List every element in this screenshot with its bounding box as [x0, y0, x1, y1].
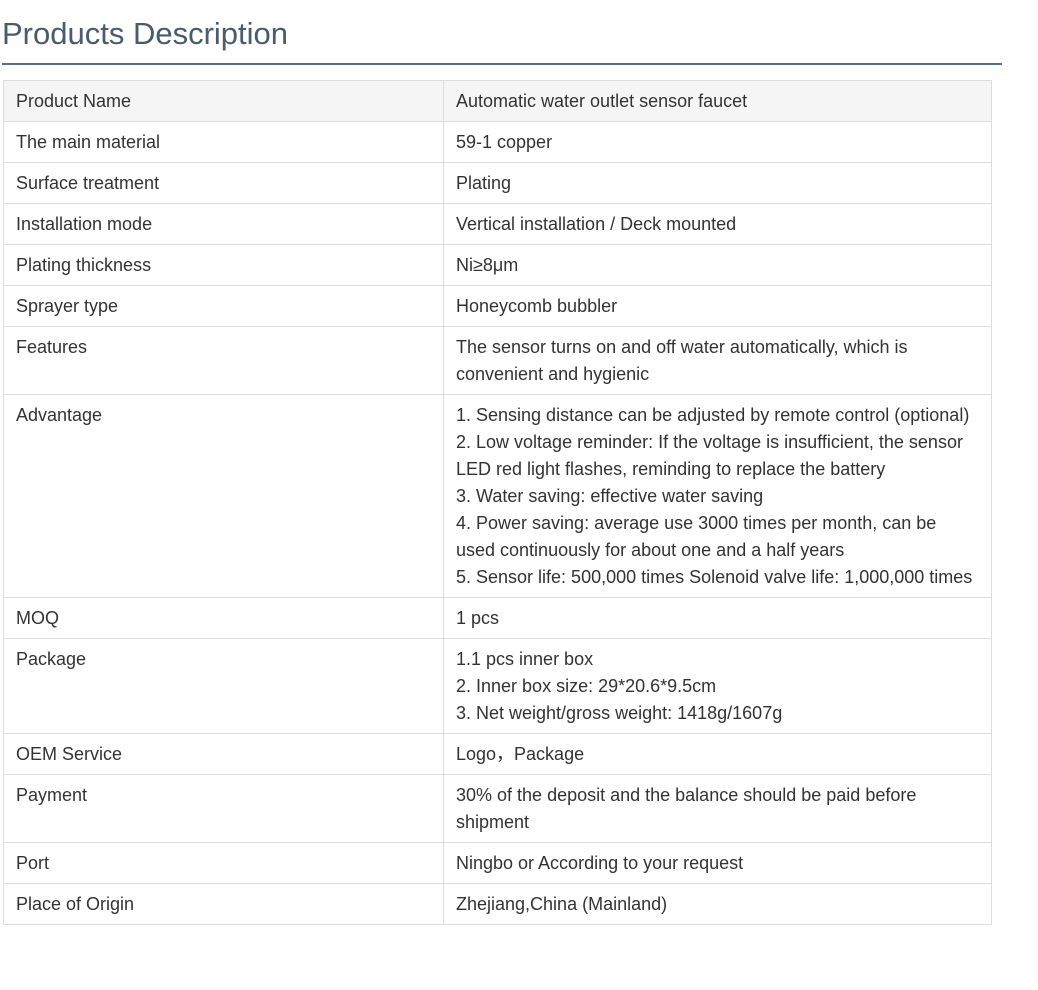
table-row: Product Name Automatic water outlet sens…	[3, 80, 992, 122]
row-label: Features	[3, 326, 444, 395]
row-label: Place of Origin	[3, 883, 444, 925]
row-value: 1. Sensing distance can be adjusted by r…	[443, 394, 992, 598]
row-value: 1.1 pcs inner box 2. Inner box size: 29*…	[443, 638, 992, 734]
title-divider	[2, 63, 1002, 65]
table-row: Plating thickness Ni≥8μm	[3, 244, 992, 286]
row-value: Automatic water outlet sensor faucet	[443, 80, 992, 122]
row-label: MOQ	[3, 597, 444, 639]
table-row: Port Ningbo or According to your request	[3, 842, 992, 884]
table-row: Advantage 1. Sensing distance can be adj…	[3, 394, 992, 598]
table-row: Payment 30% of the deposit and the balan…	[3, 774, 992, 843]
table-row: Installation mode Vertical installation …	[3, 203, 992, 245]
row-value: Plating	[443, 162, 992, 204]
row-label: Installation mode	[3, 203, 444, 245]
row-label: The main material	[3, 121, 444, 163]
table-row: Package 1.1 pcs inner box 2. Inner box s…	[3, 638, 992, 734]
row-value: Zhejiang,China (Mainland)	[443, 883, 992, 925]
row-label: Surface treatment	[3, 162, 444, 204]
page-title: Products Description	[2, 16, 289, 51]
row-value: Logo，Package	[443, 733, 992, 775]
table-row: OEM Service Logo，Package	[3, 733, 992, 775]
row-value: 30% of the deposit and the balance shoul…	[443, 774, 992, 843]
row-label: Port	[3, 842, 444, 884]
row-value: The sensor turns on and off water automa…	[443, 326, 992, 395]
row-value: Ningbo or According to your request	[443, 842, 992, 884]
table-row: MOQ 1 pcs	[3, 597, 992, 639]
table-row: Sprayer type Honeycomb bubbler	[3, 285, 992, 327]
row-value: Vertical installation / Deck mounted	[443, 203, 992, 245]
table-row: The main material 59-1 copper	[3, 121, 992, 163]
table-row: Surface treatment Plating	[3, 162, 992, 204]
table-row: Features The sensor turns on and off wat…	[3, 326, 992, 395]
row-label: Payment	[3, 774, 444, 843]
row-label: Package	[3, 638, 444, 734]
row-label: Advantage	[3, 394, 444, 598]
row-label: Sprayer type	[3, 285, 444, 327]
product-spec-table: Product Name Automatic water outlet sens…	[3, 80, 992, 925]
row-value: 1 pcs	[443, 597, 992, 639]
row-label: Product Name	[3, 80, 444, 122]
row-label: Plating thickness	[3, 244, 444, 286]
row-value: Honeycomb bubbler	[443, 285, 992, 327]
row-label: OEM Service	[3, 733, 444, 775]
table-row: Place of Origin Zhejiang,China (Mainland…	[3, 883, 992, 925]
row-value: Ni≥8μm	[443, 244, 992, 286]
row-value: 59-1 copper	[443, 121, 992, 163]
